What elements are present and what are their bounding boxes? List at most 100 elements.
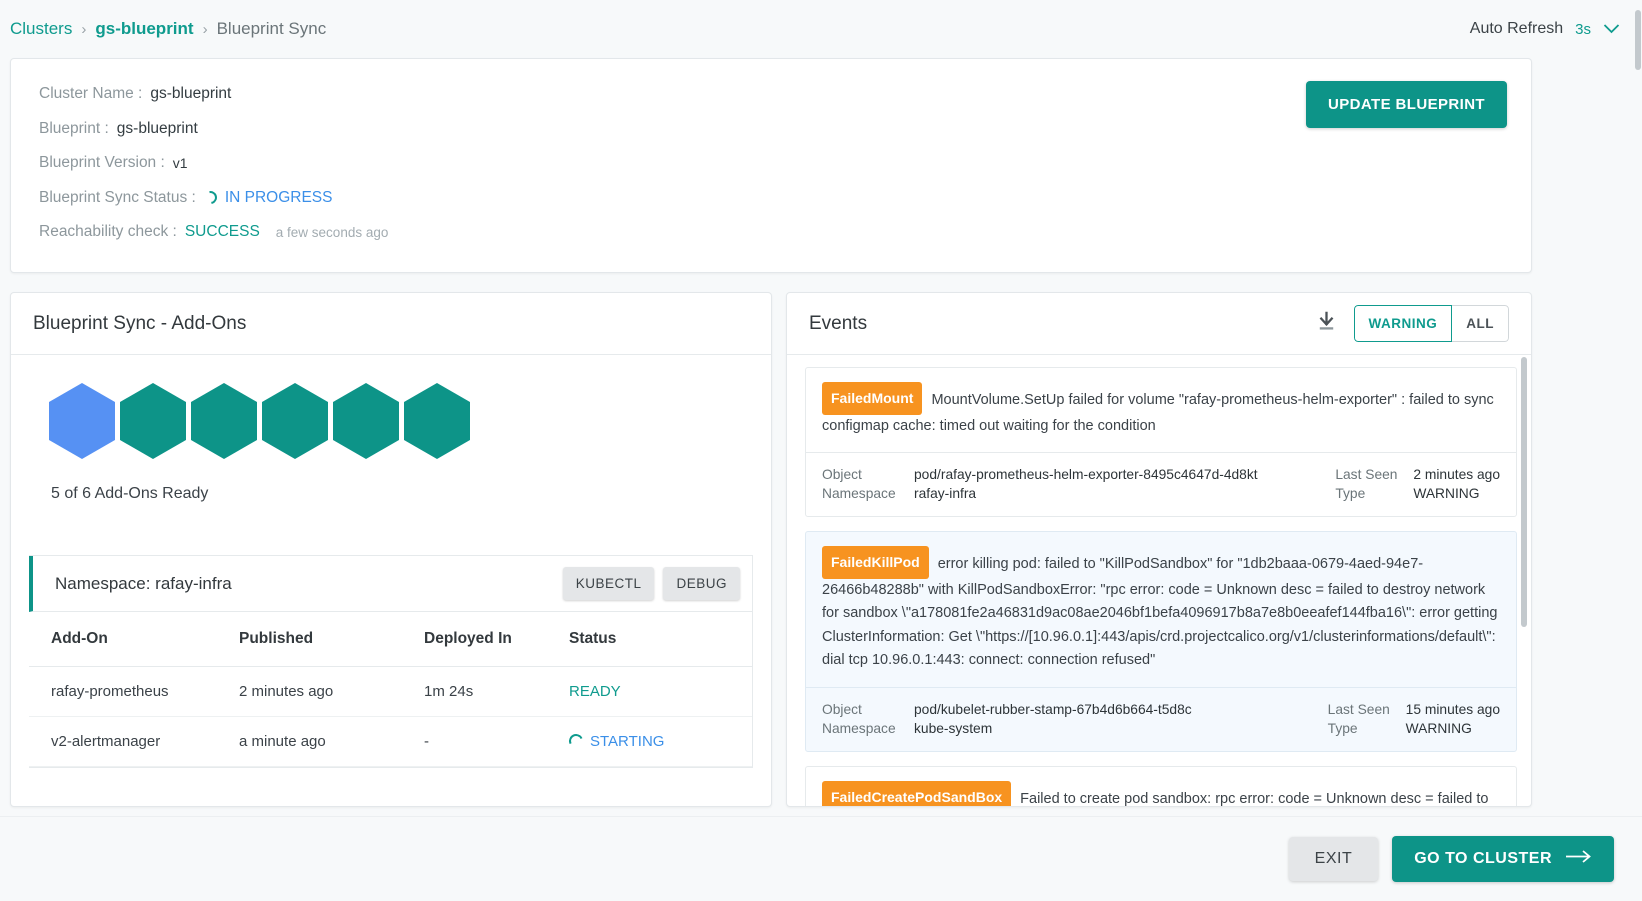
event-type-value: WARNING [1405,720,1472,736]
event-meta-left: Object pod/rafay-prometheus-helm-exporte… [822,465,1335,503]
event-namespace-label: Namespace [822,486,896,502]
event-meta: Object pod/kubelet-rubber-stamp-67b4d6b6… [806,686,1516,751]
namespace-header: Namespace: rafay-infra KUBECTL DEBUG [29,556,752,612]
sync-status-row: Blueprint Sync Status : IN PROGRESS [39,188,1503,207]
event-meta: Object pod/rafay-prometheus-helm-exporte… [806,452,1516,516]
loading-spinner-icon [201,188,220,207]
event-meta-right: Last Seen 15 minutes ago Type WARNING [1328,700,1500,738]
breadcrumb-bar: Clusters › gs-blueprint › Blueprint Sync… [0,0,1642,58]
auto-refresh-control[interactable]: Auto Refresh 3s [1470,20,1620,38]
page-scrollbar[interactable] [1634,0,1642,901]
footer-action-bar: EXIT GO TO CLUSTER [0,816,1642,901]
event-namespace-row: Namespace rafay-infra [822,484,1335,503]
table-row[interactable]: v2-alertmanager a minute ago - STARTING [29,716,752,767]
event-message-area: FailedMount MountVolume.SetUp failed for … [806,368,1516,452]
reachability-row: Reachability check : SUCCESS a few secon… [39,223,1503,241]
event-card[interactable]: FailedMount MountVolume.SetUp failed for … [805,367,1517,518]
status-badge: READY [569,683,621,700]
addon-hexagon-3 [191,383,257,459]
page-scrollbar-thumb[interactable] [1635,10,1641,70]
addon-deployed-in: - [424,716,569,767]
cluster-name-row: Cluster Name : gs-blueprint [39,85,1503,103]
addon-hexagon-5 [333,383,399,459]
events-toolbar: WARNING ALL [1315,305,1509,342]
addons-table: Add-On Published Deployed In Status rafa… [29,612,752,767]
namespace-title: Namespace: rafay-infra [55,573,232,593]
event-card[interactable]: FailedKillPod error killing pod: failed t… [805,531,1517,752]
arrow-right-icon [1566,850,1592,868]
addon-status: READY [569,666,752,717]
event-reason-badge: FailedMount [822,382,923,415]
addon-deployed-in: 1m 24s [424,666,569,717]
event-meta-left: Object pod/kubelet-rubber-stamp-67b4d6b6… [822,700,1328,738]
event-type-label: Type [1335,486,1366,502]
event-message-area: FailedKillPod error killing pod: failed t… [806,532,1516,687]
auto-refresh-value: 3s [1575,20,1591,38]
reachability-value: SUCCESS [184,223,260,240]
event-last-seen-value: 2 minutes ago [1413,467,1500,483]
blueprint-sync-addons-panel: Blueprint Sync - Add-Ons 5 of 6 Add-Ons … [10,292,772,807]
event-message: MountVolume.SetUp failed for volume "raf… [822,392,1494,434]
cluster-summary-card: Cluster Name : gs-blueprint Blueprint : … [10,58,1532,273]
event-namespace-value: rafay-infra [914,486,977,502]
blueprint-label: Blueprint : [39,119,109,137]
column-header-status: Status [569,612,752,667]
breadcrumb-item-gs-blueprint[interactable]: gs-blueprint [95,19,193,39]
filter-all-button[interactable]: ALL [1452,305,1509,342]
addon-status: STARTING [567,716,752,767]
event-object-label: Object [822,701,862,717]
addon-published: 2 minutes ago [239,666,424,717]
event-last-seen-row: Last Seen 15 minutes ago [1328,700,1500,719]
event-namespace-row: Namespace kube-system [822,719,1328,738]
breadcrumb-separator-2: › [202,20,208,38]
event-namespace-label: Namespace [822,720,896,736]
events-panel-title: Events [809,312,868,334]
breadcrumb-item-clusters[interactable]: Clusters [10,19,72,39]
blueprint-version-row: Blueprint Version : v1 [39,154,1503,172]
go-to-cluster-button[interactable]: GO TO CLUSTER [1392,836,1614,882]
event-reason-badge: FailedKillPod [822,546,929,579]
event-last-seen-value: 15 minutes ago [1405,701,1500,717]
event-message-area: FailedCreatePodSandBox Failed to create p… [806,767,1516,806]
event-object-row: Object pod/rafay-prometheus-helm-exporte… [822,465,1335,484]
event-reason-badge: FailedCreatePodSandBox [822,780,1012,806]
event-object-row: Object pod/kubelet-rubber-stamp-67b4d6b6… [822,700,1328,719]
event-namespace-value: kube-system [914,720,993,736]
exit-button[interactable]: EXIT [1288,837,1379,881]
event-meta-right: Last Seen 2 minutes ago Type WARNING [1335,465,1500,503]
namespace-actions: KUBECTL DEBUG [562,567,752,600]
cluster-name-value: gs-blueprint [150,85,232,102]
addon-published: a minute ago [239,716,424,767]
kubectl-button[interactable]: KUBECTL [562,567,655,600]
addon-hexagon-row [11,355,771,459]
blueprint-version-label: Blueprint Version : [39,154,165,171]
addon-hexagon-2 [120,383,186,459]
filter-warning-button[interactable]: WARNING [1353,305,1453,342]
chevron-down-icon[interactable] [1603,22,1620,37]
loading-spinner-icon [567,732,585,750]
download-icon[interactable] [1315,310,1338,338]
addon-hexagon-1 [49,383,115,459]
event-type-value: WARNING [1413,486,1480,502]
blueprint-version-value: v1 [172,155,188,171]
debug-button[interactable]: DEBUG [663,567,740,600]
event-last-seen-label: Last Seen [1327,701,1390,717]
sync-status-value: IN PROGRESS [224,188,333,206]
events-list[interactable]: FailedMount MountVolume.SetUp failed for … [787,355,1531,806]
event-type-label: Type [1327,720,1358,736]
update-blueprint-button[interactable]: UPDATE BLUEPRINT [1306,81,1507,128]
reachability-timestamp: a few seconds ago [275,224,389,240]
breadcrumb-item-blueprint-sync: Blueprint Sync [216,19,327,38]
reachability-label: Reachability check : [39,223,177,240]
events-scrollbar-thumb[interactable] [1521,357,1527,627]
table-row[interactable]: rafay-prometheus 2 minutes ago 1m 24s RE… [29,666,752,717]
event-object-value: pod/rafay-prometheus-helm-exporter-8495c… [914,467,1258,483]
events-panel-header: Events WARNING ALL [787,293,1531,355]
event-last-seen-row: Last Seen 2 minutes ago [1335,465,1500,484]
event-object-label: Object [822,467,862,483]
status-badge: STARTING [590,733,665,750]
namespace-block: Namespace: rafay-infra KUBECTL DEBUG Add… [29,555,753,768]
event-type-row: Type WARNING [1328,719,1500,738]
event-card[interactable]: FailedCreatePodSandBox Failed to create p… [805,765,1517,806]
go-to-cluster-label: GO TO CLUSTER [1414,850,1552,867]
